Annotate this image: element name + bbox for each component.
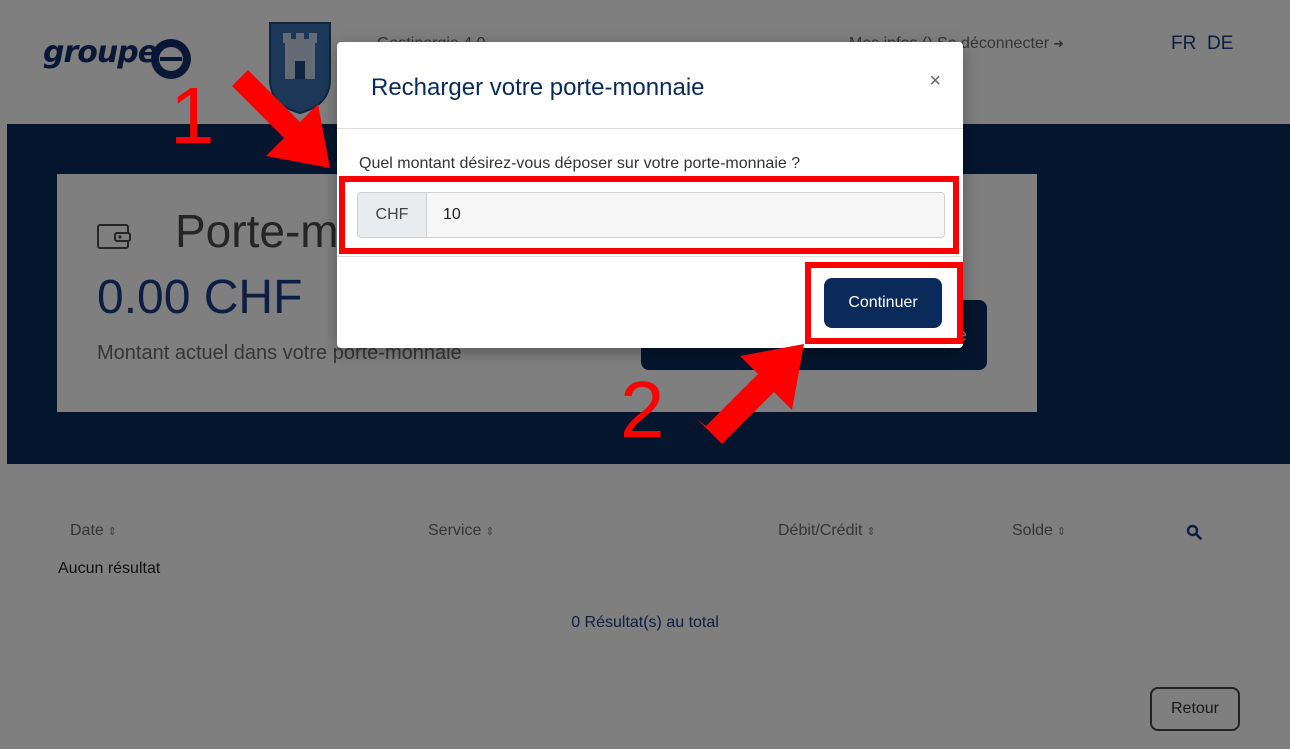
modal-question: Quel montant désirez-vous déposer sur vo… [359, 155, 801, 172]
arrow-2-icon [696, 344, 804, 444]
highlight-continue-button [805, 262, 963, 344]
page: groupe Gestinergie 4.0 Mes infos () Se d… [0, 0, 1290, 749]
highlight-amount-field [339, 176, 959, 254]
modal-divider [337, 128, 963, 129]
step-1-label: 1 [170, 71, 215, 160]
modal-footer-divider [337, 256, 963, 257]
modal-title: Recharger votre porte-monnaie [371, 74, 705, 101]
close-icon[interactable]: × [929, 70, 941, 93]
step-2-label: 2 [620, 365, 665, 454]
arrow-1-icon [222, 70, 330, 168]
